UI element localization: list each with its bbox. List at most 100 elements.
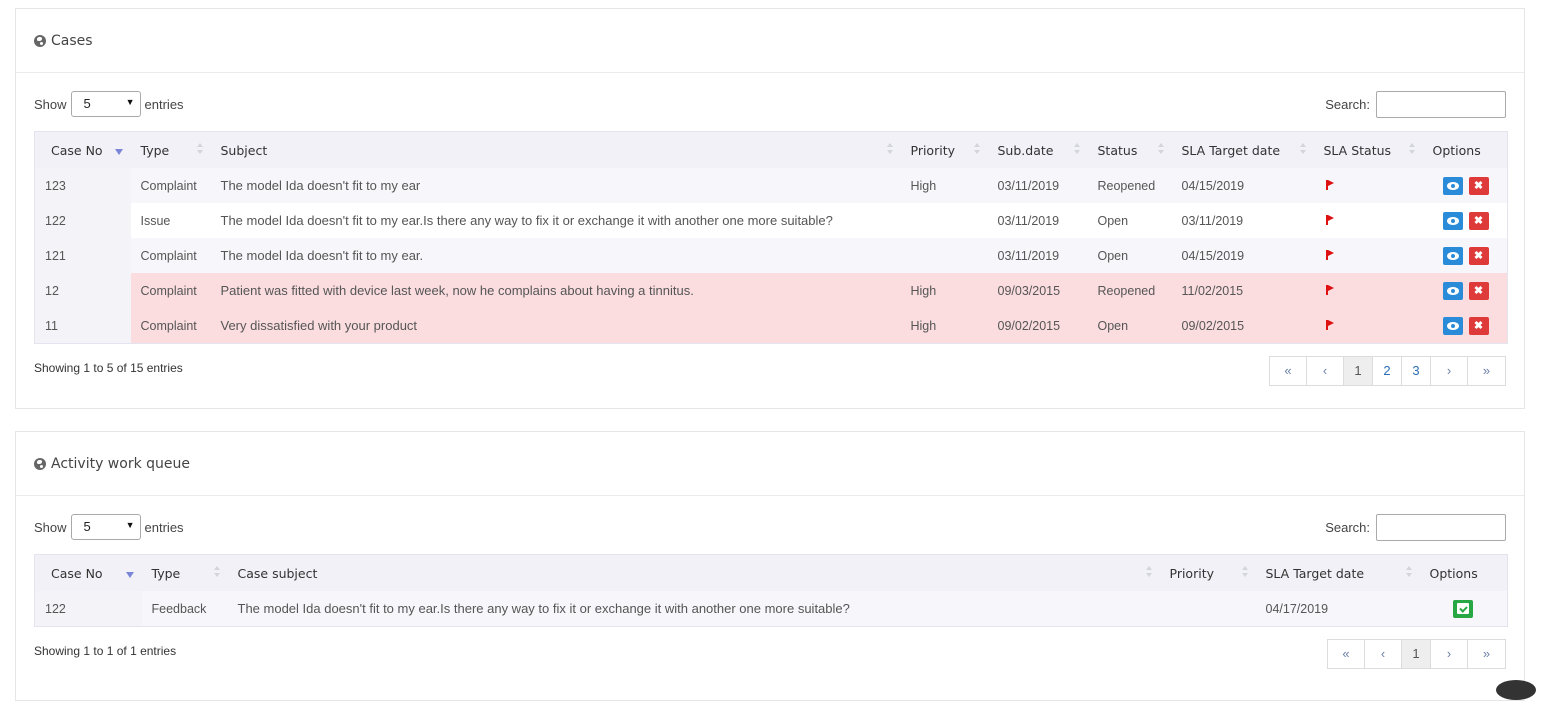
assign-button[interactable] [1453, 599, 1474, 618]
col-priority[interactable]: Priority [1159, 554, 1256, 591]
next-page-button[interactable]: › [1431, 357, 1468, 385]
first-page-button[interactable]: « [1328, 640, 1365, 668]
queue-entries-label: entries [144, 519, 184, 535]
sub-date-cell: 09/02/2015 [987, 308, 1088, 344]
page-button-3[interactable]: 3 [1402, 357, 1431, 385]
type-cell: Complaint [130, 273, 211, 308]
page-button-1[interactable]: 1 [1344, 357, 1373, 385]
activity-queue-panel: Activity work queue Show 5 ▼ entries Sea… [15, 431, 1525, 701]
close-icon: ✖ [1473, 214, 1484, 227]
table-row: 122 Feedback The model Ida doesn't fit to … [34, 591, 1508, 627]
queue-search-input[interactable] [1376, 513, 1506, 541]
sort-icon [1408, 143, 1415, 156]
last-page-button[interactable]: » [1468, 640, 1505, 668]
caret-down-icon: ▼ [125, 520, 135, 530]
priority-cell: High [900, 273, 988, 308]
col-type[interactable]: Type [141, 554, 228, 591]
queue-info: Showing 1 to 1 of 1 entries [34, 644, 177, 658]
options-cell: ✖ [1422, 273, 1508, 308]
case-no-cell: 123 [34, 168, 131, 203]
delete-button[interactable]: ✖ [1468, 246, 1489, 265]
case-no-cell: 11 [34, 308, 131, 344]
page-button-2[interactable]: 2 [1373, 357, 1402, 385]
flag-icon [1325, 214, 1334, 225]
sort-icon [196, 143, 203, 156]
view-button[interactable] [1442, 281, 1463, 300]
cases-panel: Cases Show 5 ▼ entries Search: Case No T… [15, 8, 1525, 409]
case-no-cell: 12 [34, 273, 131, 308]
status-cell: Open [1087, 203, 1172, 238]
subject-link[interactable]: The model Ida doesn't fit to my ear.Is t… [210, 203, 901, 238]
view-button[interactable] [1442, 246, 1463, 265]
prev-page-button[interactable]: ‹ [1307, 357, 1344, 385]
activity-queue-table: Case No Type Case subject Priority SLA T… [34, 554, 1508, 627]
cases-search-input[interactable] [1376, 90, 1506, 118]
sub-date-cell: 03/11/2019 [987, 203, 1088, 238]
type-cell: Complaint [130, 308, 211, 344]
priority-cell [900, 238, 988, 273]
priority-cell [900, 203, 988, 238]
delete-button[interactable]: ✖ [1468, 316, 1489, 335]
col-case-no[interactable]: Case No [34, 554, 142, 591]
sla-status-cell [1313, 238, 1423, 273]
delete-button[interactable]: ✖ [1468, 281, 1489, 300]
col-case-no[interactable]: Case No [34, 131, 131, 168]
cases-page-size-select[interactable]: 5 ▼ [70, 91, 141, 117]
globe-icon [34, 34, 46, 47]
queue-page-size-select[interactable]: 5 ▼ [70, 514, 141, 540]
view-button[interactable] [1442, 176, 1463, 195]
subject-link[interactable]: Patient was fitted with device last week… [210, 273, 901, 308]
page-button-1[interactable]: 1 [1402, 640, 1431, 668]
col-type[interactable]: Type [130, 131, 211, 168]
sla-status-cell [1313, 273, 1423, 308]
last-page-button[interactable]: » [1468, 357, 1505, 385]
cases-pagination: « ‹ 1 2 3 › » [1269, 356, 1506, 386]
sla-target-cell: 11/02/2015 [1171, 273, 1314, 308]
col-sla-target-date[interactable]: SLA Target date [1255, 554, 1420, 591]
queue-controls: Show 5 ▼ entries Search: [34, 513, 1506, 541]
sort-icon [213, 566, 220, 579]
type-cell: Complaint [130, 168, 211, 203]
sort-icon [1073, 143, 1080, 156]
case-no-cell: 122 [34, 591, 142, 627]
col-case-subject[interactable]: Case subject [227, 554, 1160, 591]
delete-button[interactable]: ✖ [1468, 176, 1489, 195]
sub-date-cell: 09/03/2015 [987, 273, 1088, 308]
close-icon: ✖ [1473, 179, 1484, 192]
next-page-button[interactable]: › [1431, 640, 1468, 668]
queue-pagination: « ‹ 1 › » [1327, 639, 1506, 669]
col-subject[interactable]: Subject [210, 131, 901, 168]
chat-widget-button[interactable] [1496, 680, 1536, 700]
type-cell: Feedback [141, 591, 228, 627]
prev-page-button[interactable]: ‹ [1365, 640, 1402, 668]
subject-link[interactable]: Very dissatisfied with your product [210, 308, 901, 344]
queue-length-control: Show 5 ▼ entries [34, 513, 184, 541]
subject-link[interactable]: The model Ida doesn't fit to my ear [210, 168, 901, 203]
first-page-button[interactable]: « [1270, 357, 1307, 385]
col-status[interactable]: Status [1087, 131, 1172, 168]
col-sub-date[interactable]: Sub.date [987, 131, 1088, 168]
cases-search-label: Search: [1325, 96, 1370, 112]
col-sla-target-date[interactable]: SLA Target date [1171, 131, 1314, 168]
delete-button[interactable]: ✖ [1468, 211, 1489, 230]
view-button[interactable] [1442, 316, 1463, 335]
activity-queue-title: Activity work queue [51, 455, 190, 472]
case-no-cell: 122 [34, 203, 131, 238]
col-options: Options [1422, 131, 1508, 168]
table-row: 121 Complaint The model Ida doesn't fit to… [34, 238, 1508, 273]
col-priority[interactable]: Priority [900, 131, 988, 168]
sort-icon [973, 143, 980, 156]
activity-queue-panel-header: Activity work queue [16, 432, 1524, 496]
view-button[interactable] [1442, 211, 1463, 230]
col-sla-status[interactable]: SLA Status [1313, 131, 1423, 168]
case-subject-link[interactable]: The model Ida doesn't fit to my ear.Is t… [227, 591, 1160, 627]
options-cell: ✖ [1422, 238, 1508, 273]
flag-icon [1325, 179, 1334, 190]
options-cell: ✖ [1422, 203, 1508, 238]
globe-icon [34, 457, 46, 470]
sla-target-cell: 04/15/2019 [1171, 238, 1314, 273]
flag-icon [1325, 249, 1334, 260]
cases-controls: Show 5 ▼ entries Search: [34, 90, 1506, 118]
caret-down-icon: ▼ [125, 97, 135, 107]
subject-link[interactable]: The model Ida doesn't fit to my ear. [210, 238, 901, 273]
